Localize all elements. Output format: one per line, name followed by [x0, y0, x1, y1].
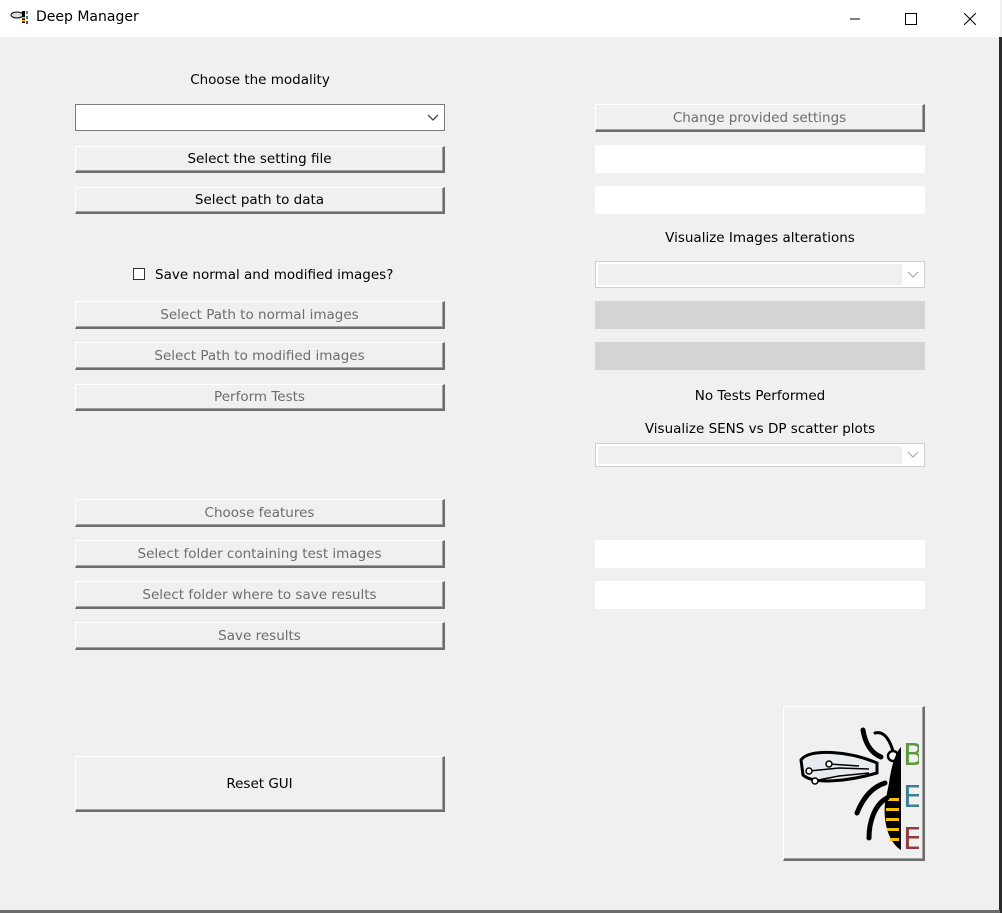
select-setting-file-button[interactable]: Select the setting file — [75, 146, 445, 173]
data-path-field[interactable] — [595, 186, 925, 214]
setting-file-path-field[interactable] — [595, 145, 925, 173]
normal-images-path-field[interactable] — [595, 301, 925, 329]
save-results-button[interactable]: Save results — [75, 622, 445, 650]
visualize-scatter-label: Visualize SENS vs DP scatter plots — [644, 421, 876, 437]
save-images-label[interactable]: Save normal and modified images? — [155, 267, 393, 283]
maximize-icon — [905, 12, 917, 25]
modified-images-path-field[interactable] — [595, 342, 925, 370]
bee-logo-button[interactable]: B E E — [783, 706, 925, 861]
modality-combobox[interactable] — [75, 104, 445, 131]
window-title: Deep Manager — [36, 9, 139, 25]
test-status-label: No Tests Performed — [694, 388, 826, 404]
chevron-down-icon[interactable] — [902, 444, 924, 466]
select-test-folder-button[interactable]: Select folder containing test images — [75, 540, 445, 568]
modality-label: Choose the modality — [190, 72, 330, 88]
reset-gui-button[interactable]: Reset GUI — [75, 756, 445, 812]
visualize-alterations-combobox[interactable] — [595, 261, 925, 288]
change-settings-button[interactable]: Change provided settings — [595, 104, 925, 132]
close-icon — [964, 12, 976, 25]
logo-letter-b: B — [903, 738, 919, 773]
choose-features-button[interactable]: Choose features — [75, 499, 445, 527]
minimize-button[interactable] — [832, 0, 878, 37]
logo-letter-e: E — [903, 822, 919, 853]
visualize-alterations-label: Visualize Images alterations — [665, 230, 855, 246]
minimize-icon — [850, 18, 860, 19]
chevron-down-icon[interactable] — [422, 105, 444, 130]
test-folder-path-field[interactable] — [595, 540, 925, 568]
select-path-modified-button[interactable]: Select Path to modified images — [75, 342, 445, 370]
bee-app-icon — [10, 11, 28, 24]
title-bar: Deep Manager — [0, 0, 1000, 37]
select-path-data-button[interactable]: Select path to data — [75, 187, 445, 214]
save-images-checkbox[interactable] — [133, 268, 145, 280]
select-path-normal-button[interactable]: Select Path to normal images — [75, 301, 445, 329]
perform-tests-button[interactable]: Perform Tests — [75, 384, 445, 411]
visualize-scatter-combobox[interactable] — [595, 443, 925, 467]
logo-letter-e: E — [903, 780, 919, 815]
results-folder-path-field[interactable] — [595, 581, 925, 609]
chevron-down-icon[interactable] — [902, 262, 924, 287]
maximize-button[interactable] — [888, 0, 934, 37]
close-button[interactable] — [947, 0, 993, 37]
bee-logo-icon: B E E — [798, 727, 919, 853]
select-results-folder-button[interactable]: Select folder where to save results — [75, 581, 445, 609]
